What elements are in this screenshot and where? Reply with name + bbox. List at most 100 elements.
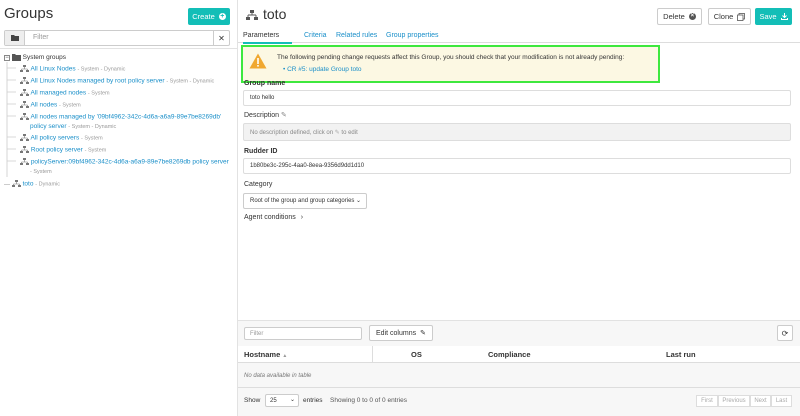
download-icon [780,13,788,20]
hierarchy-icon [20,77,29,85]
tree-item-meta: - System [84,147,107,154]
hierarchy-icon [11,180,21,188]
tree-item-meta: - System [59,102,81,109]
tree-item-meta: - System - Dynamic [68,124,117,130]
tree-item[interactable]: All policy servers - System [20,134,103,142]
group-name-label: Group name [244,80,286,87]
save-button[interactable]: Save [755,8,792,25]
tree-item[interactable]: All Linux Nodes managed by root policy s… [20,77,214,85]
pagination-previous[interactable]: Previous [718,395,750,407]
tree-filter: Filter ✕ [4,30,230,46]
tree-item-label[interactable]: All Linux Nodes [30,66,75,73]
description-label: Description ✎ [244,111,287,119]
refresh-icon: ⟳ [781,328,789,338]
tree-item-continuation[interactable]: policy server - System - Dynamic [30,123,116,130]
tree-item-meta: - System - Dynamic [166,78,215,85]
warning-icon [249,53,267,69]
refresh-button[interactable]: ⟳ [777,325,793,341]
tree-item-label[interactable]: toto [23,181,34,188]
description-placeholder-suffix: to edit [341,130,358,136]
delete-button-label: Delete [663,12,685,21]
edit-columns-button[interactable]: Edit columns ✎ [369,325,433,341]
category-selected-value: Root of the group and group categories [250,198,355,204]
delete-button[interactable]: Delete × [657,8,702,25]
pagination-next[interactable]: Next [750,395,771,407]
sidebar-header: Groups Create + [0,0,237,30]
tree-item[interactable]: policyServer:09bf4962-342c-4d6a-a6a9-89e… [20,158,229,166]
tree-item-label[interactable]: All policy servers [30,135,79,142]
tree-item[interactable]: All Linux Nodes - System - Dynamic [20,65,125,73]
clone-button-label: Clone [713,12,734,21]
column-compliance[interactable]: Compliance [488,350,531,359]
tree-item-toto[interactable]: toto - Dynamic [4,180,60,188]
hierarchy-icon [246,10,258,21]
chevron-right-icon: › [300,214,304,221]
agent-conditions-label: Agent conditions [244,214,296,221]
column-hostname[interactable]: Hostname ▲ [244,350,287,359]
tree-item[interactable]: All nodes - System [20,101,81,109]
hierarchy-icon [20,134,29,142]
hierarchy-icon [20,89,29,97]
copy-icon [737,12,746,21]
description-field[interactable]: No description defined, click on ✎ to ed… [243,123,791,141]
hierarchy-icon [20,113,29,121]
pencil-icon[interactable]: ✎ [281,112,287,119]
tab-group-properties[interactable]: Group properties [386,32,439,39]
edit-columns-label: Edit columns [376,329,417,337]
tree-item-label[interactable]: All managed nodes [30,90,86,97]
group-details: toto Delete × Clone Save Parameters Crit… [238,0,800,416]
close-icon: × [688,13,696,20]
hierarchy-icon [20,146,29,154]
tree-item-meta: - Dynamic [35,181,61,188]
change-request-link-label[interactable]: CR #5: update Group toto [287,66,361,73]
hierarchy-icon [20,65,29,73]
entries-label: entries [303,397,323,404]
column-hostname-label: Hostname [244,350,281,359]
pagination-last[interactable]: Last [771,395,792,407]
create-button[interactable]: Create + [188,8,230,25]
tree-item-meta: - System [81,135,103,142]
tree-item[interactable]: All managed nodes - System [20,89,110,97]
folder-icon[interactable] [5,31,25,45]
tree-item[interactable]: Root policy server - System [20,146,106,154]
pencil-icon: ✎ [334,130,340,136]
tree-item-label[interactable]: All nodes managed by '09bf4962-342c-4d6a… [30,114,221,121]
tree-item-label[interactable]: All Linux Nodes managed by root policy s… [30,78,164,85]
column-divider [372,346,373,363]
tree-item-meta: - System [30,169,52,175]
details-tabs: Parameters Criteria Related rules Group … [238,30,800,44]
column-last-run[interactable]: Last run [666,350,696,359]
tree-item-label[interactable]: policyServer:09bf4962-342c-4d6a-a6a9-89e… [31,159,229,166]
column-os[interactable]: OS [411,350,422,359]
page-size-select[interactable]: 25 ⌄ [265,394,299,407]
groups-sidebar: Groups Create + Filter ✕ − System groups [0,0,238,416]
table-empty-message: No data available in table [244,373,312,379]
table-info: Showing 0 to 0 of 0 entries [330,397,407,404]
details-header: toto Delete × Clone Save [238,0,800,30]
table-divider [238,387,800,388]
tab-related-rules[interactable]: Related rules [336,32,377,39]
pagination-first[interactable]: First [696,395,718,407]
group-name-input[interactable]: toto hello [243,90,791,106]
description-label-text: Description [244,112,280,119]
clear-filter-icon[interactable]: ✕ [213,31,229,45]
plus-icon: + [218,13,226,20]
tree-item-meta: - System [87,90,110,97]
category-label: Category [244,181,273,188]
pending-change-warning: The following pending change requests af… [241,45,660,83]
tree-filter-input[interactable]: Filter [33,34,49,41]
nodes-filter-input[interactable]: Filter [244,327,362,340]
clone-button[interactable]: Clone [708,8,751,25]
tree-item[interactable]: All nodes managed by '09bf4962-342c-4d6a… [20,113,221,121]
tab-criteria[interactable]: Criteria [304,32,327,39]
tree-item-label[interactable]: Root policy server [31,147,83,154]
category-select[interactable]: Root of the group and group categories ⌄ [243,193,367,209]
hierarchy-icon [20,101,29,109]
create-button-label: Create [192,12,215,21]
hierarchy-icon [20,158,29,166]
tab-parameters[interactable]: Parameters [243,32,279,39]
tree-item-label[interactable]: policy server [30,123,66,130]
change-request-link[interactable]: • CR #5: update Group toto [283,66,362,73]
agent-conditions-toggle[interactable]: Agent conditions › [244,214,303,221]
tree-item-label[interactable]: All nodes [30,102,57,109]
